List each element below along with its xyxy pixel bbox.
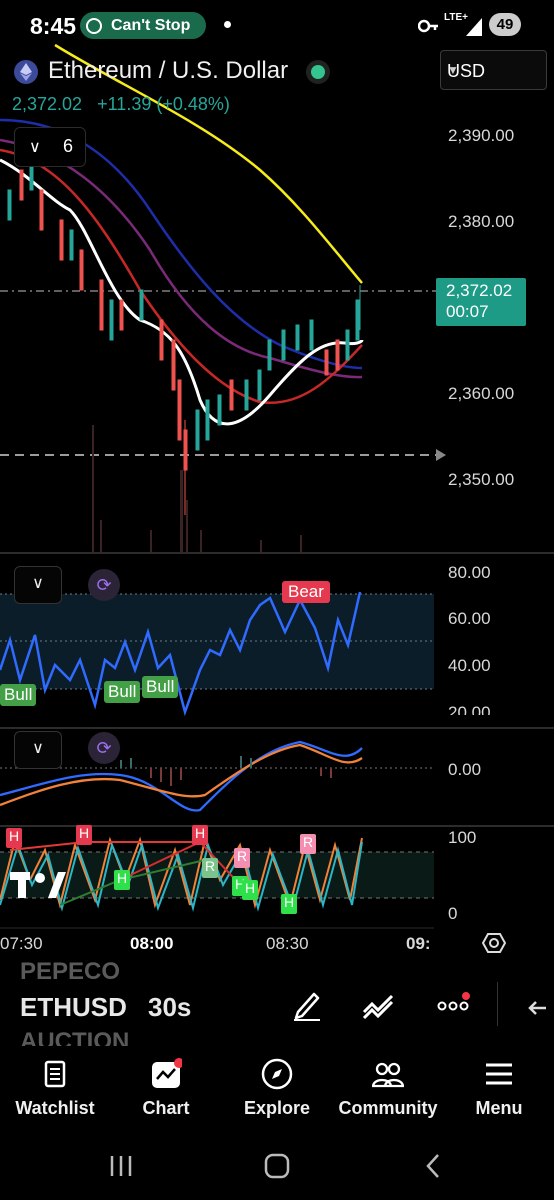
- community-icon: [372, 1062, 404, 1088]
- rsi-axis-label: 40.00: [448, 656, 491, 675]
- symbol-title[interactable]: Ethereum / U.S. Dollar: [48, 57, 288, 85]
- macd-collapse-button[interactable]: ∨: [14, 731, 62, 769]
- bull-signal: Bull: [0, 684, 37, 706]
- watchlist-icon: [44, 1060, 66, 1088]
- nav-watchlist[interactable]: Watchlist: [0, 1048, 110, 1136]
- stoch-marker: R: [300, 834, 316, 854]
- more-options-icon[interactable]: [436, 988, 470, 1022]
- macd-axis-label: 0.00: [448, 760, 482, 779]
- refresh-icon[interactable]: ⟳: [88, 569, 120, 601]
- currency-select[interactable]: USD ▼: [440, 50, 547, 90]
- settings-icon[interactable]: [482, 931, 506, 955]
- nav-community[interactable]: Community: [333, 1048, 443, 1136]
- ma-red: [0, 148, 363, 405]
- rsi-collapse-button[interactable]: ∨: [14, 566, 62, 604]
- chevron-down-icon: ∨: [32, 575, 44, 592]
- back-icon[interactable]: [420, 1152, 448, 1180]
- stoch-marker: R: [234, 848, 250, 868]
- stoch-marker: H: [242, 880, 258, 900]
- stoch-marker: H: [114, 870, 130, 890]
- chart-icon: [152, 1058, 182, 1088]
- hamburger-menu-icon: [486, 1063, 512, 1085]
- nav-label: Menu: [475, 1098, 523, 1118]
- bear-signal: Bear: [282, 581, 330, 603]
- rsi-axis-label: 60.00: [448, 609, 491, 628]
- refresh-icon[interactable]: ⟳: [88, 732, 120, 764]
- price-axis-label: 2,360.00: [448, 384, 515, 403]
- price-summary: 2,372.02 +11.39 (+0.48%): [12, 94, 230, 115]
- chevron-down-icon: ∨: [29, 139, 41, 156]
- market-open-indicator: [306, 60, 330, 84]
- candles: [7, 159, 361, 515]
- time-axis-label: 09:: [406, 934, 431, 953]
- nav-label: Watchlist: [15, 1098, 95, 1118]
- nav-menu[interactable]: Menu: [444, 1048, 554, 1136]
- bull-signal: Bull: [142, 676, 179, 698]
- stoch-marker: H: [6, 828, 22, 848]
- nav-explore[interactable]: Explore: [222, 1048, 332, 1136]
- time-axis-label: 07:30: [0, 934, 43, 953]
- ghost-symbol-above: PEPECO: [20, 958, 121, 980]
- nav-label: Chart: [142, 1098, 190, 1118]
- bull-signal: Bull: [104, 681, 141, 703]
- price-axis-label: 2,390.00: [448, 126, 515, 145]
- stoch-marker: R: [202, 858, 218, 878]
- symbol-button[interactable]: ETHUSD: [20, 992, 127, 1023]
- ethereum-icon: [14, 60, 38, 84]
- home-icon[interactable]: [263, 1152, 291, 1180]
- indicators-icon[interactable]: [362, 988, 396, 1022]
- nav-label: Community: [338, 1098, 438, 1118]
- last-price: 2,372.02: [12, 94, 83, 114]
- current-price-tag: 2,372.02 00:07: [436, 278, 526, 326]
- toolbar-divider: [497, 982, 498, 1026]
- indicator-collapse-button[interactable]: ∨ 6: [14, 127, 86, 167]
- stoch-axis-label: 0: [448, 904, 458, 923]
- rsi-axis-label: 20.00: [448, 703, 491, 715]
- stoch-marker: H: [76, 825, 92, 845]
- tradingview-logo: [10, 872, 66, 898]
- time-axis-label: 08:00: [130, 934, 174, 953]
- ghost-symbol-below: AUCTION: [20, 1028, 130, 1046]
- system-navigation: [0, 1136, 554, 1200]
- bottom-navigation: Watchlist Chart Explore Community Menu: [0, 1048, 554, 1136]
- current-price: 2,372.02: [446, 281, 513, 300]
- chevron-down-icon: ▼: [447, 63, 459, 77]
- stoch-marker: H: [281, 894, 297, 914]
- recent-apps-icon[interactable]: [108, 1152, 136, 1180]
- rsi-axis-label: 80.00: [448, 563, 491, 582]
- price-axis-label: 2,350.00: [448, 470, 515, 489]
- time-axis-label: 08:30: [266, 934, 309, 953]
- stoch-marker: H: [192, 825, 208, 845]
- compass-icon: [261, 1058, 293, 1090]
- bar-countdown: 00:07: [446, 302, 489, 321]
- price-change: +11.39 (+0.48%): [97, 94, 230, 114]
- nav-chart[interactable]: Chart: [111, 1048, 221, 1136]
- stoch-axis-label: 100: [448, 828, 477, 847]
- nav-label: Explore: [243, 1098, 311, 1118]
- timeframe-button[interactable]: 30s: [148, 992, 191, 1023]
- drawing-pen-icon[interactable]: [290, 988, 324, 1022]
- undo-icon[interactable]: [522, 988, 554, 1022]
- price-axis-label: 2,380.00: [448, 212, 515, 231]
- indicator-count: 6: [63, 136, 74, 156]
- chevron-down-icon: ∨: [32, 740, 44, 757]
